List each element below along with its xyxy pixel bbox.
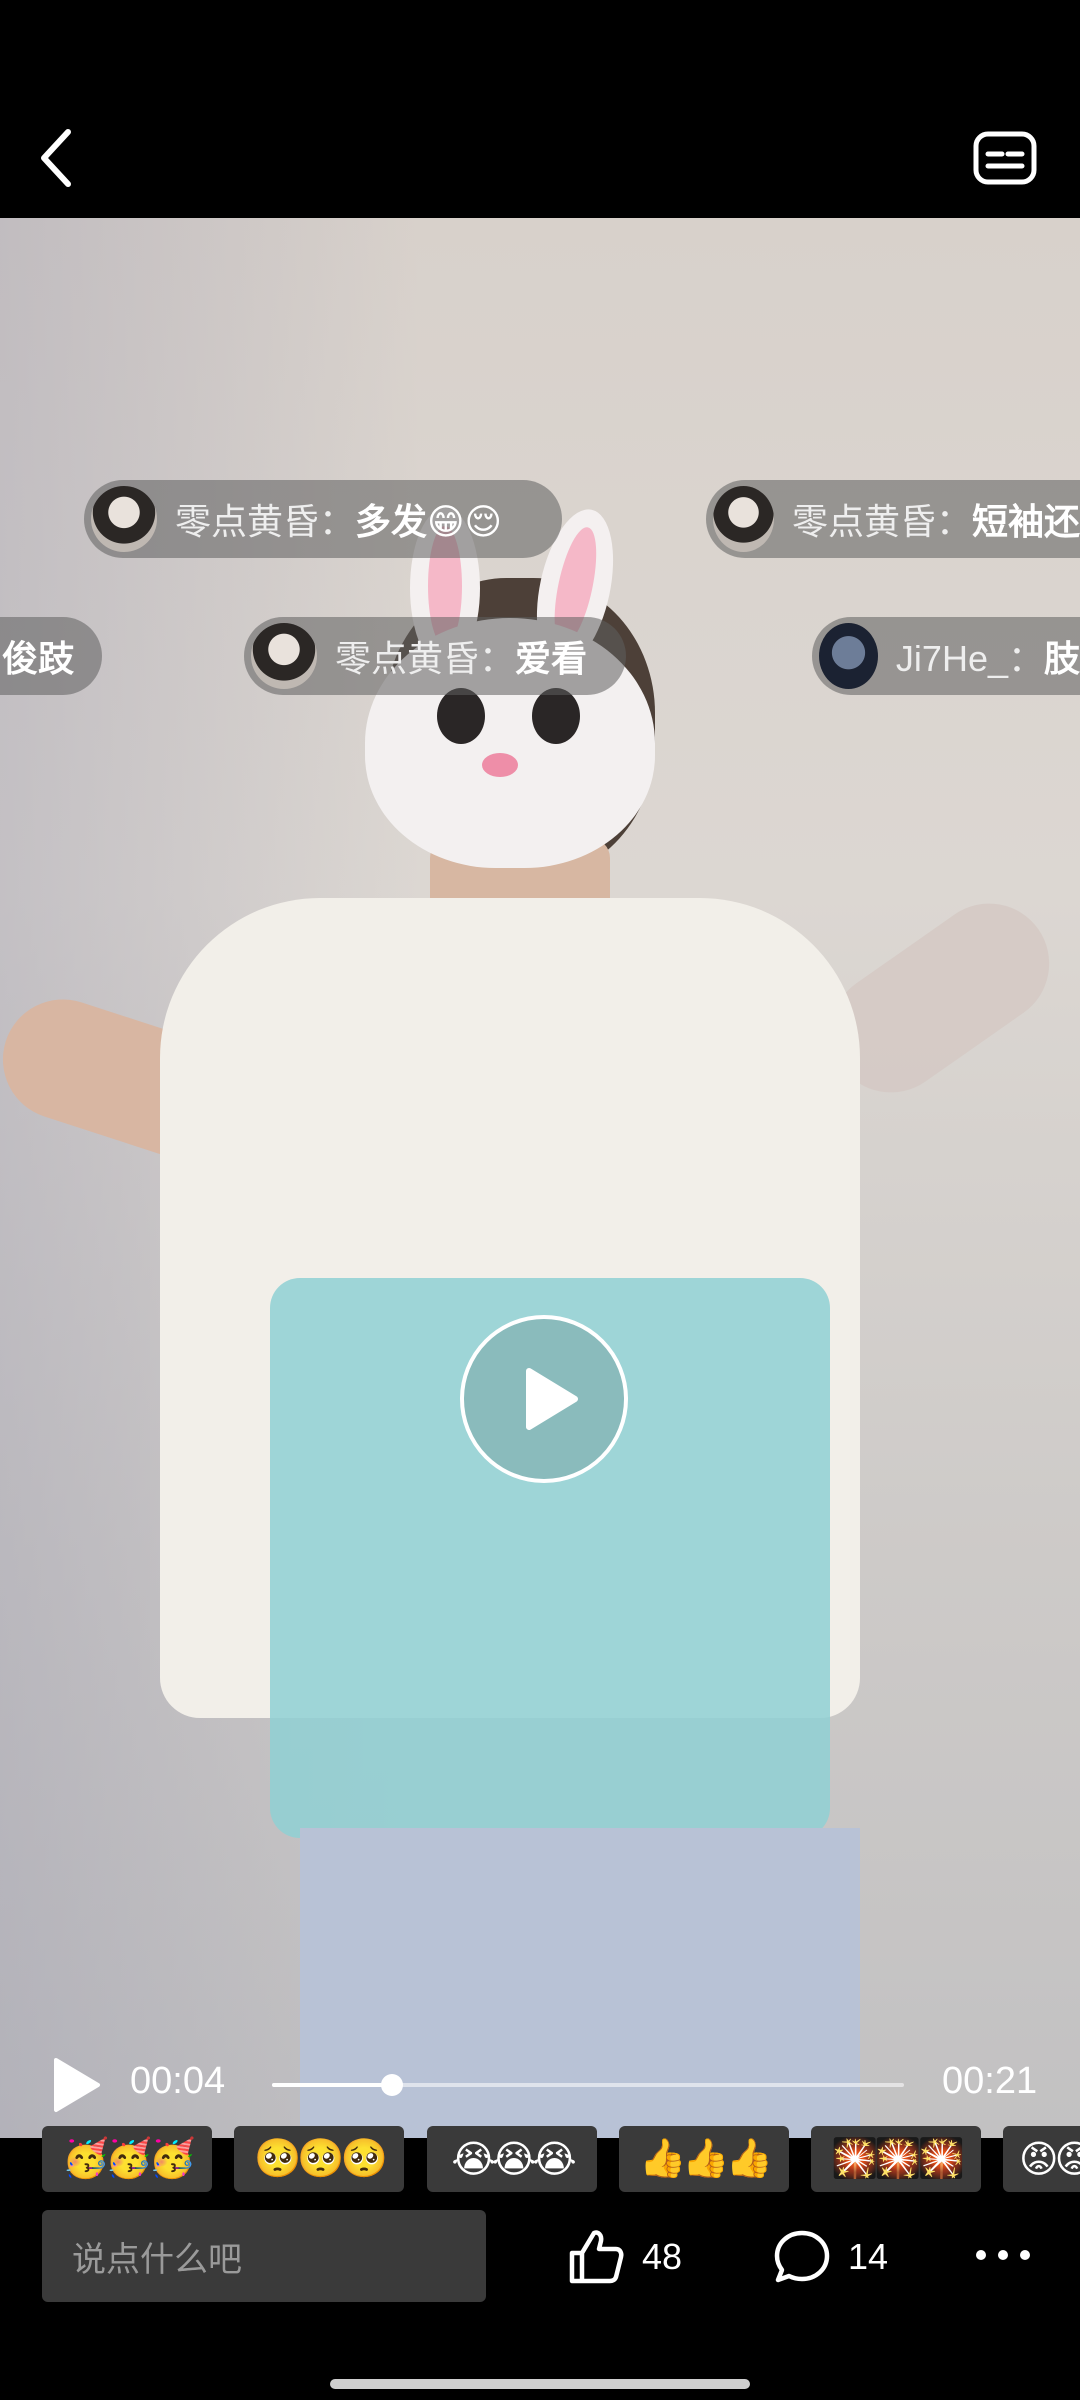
bunny-eye: [532, 688, 580, 744]
bunny-nose: [482, 753, 518, 777]
like-button[interactable]: 48: [566, 2222, 682, 2292]
reaction-chip[interactable]: 😭😭😭: [427, 2126, 597, 2192]
avatar: [251, 623, 317, 689]
top-bar: [0, 0, 1080, 218]
comment-button[interactable]: 14: [772, 2222, 888, 2292]
progress-thumb[interactable]: [381, 2074, 404, 2096]
play-icon: [54, 2058, 100, 2112]
danmaku-user: 零点黄昏：: [175, 501, 356, 542]
danmaku-bubble[interactable]: 零点黄昏： 多发😁😌: [84, 480, 562, 558]
danmaku-message: 爱看: [515, 638, 588, 679]
current-time: 00:04: [130, 2060, 226, 2102]
danmaku-message: 短袖还: [971, 501, 1080, 542]
like-count: 48: [642, 2236, 683, 2277]
progress-bar[interactable]: [272, 2074, 904, 2096]
bottom-bar: 说点什么吧 48 14: [0, 2196, 1080, 2400]
playback-controls: 00:04 00:21: [0, 2050, 1080, 2120]
more-dot-icon: [998, 2250, 1008, 2260]
comment-bubble-icon: [774, 2230, 830, 2283]
reaction-chip[interactable]: 🎇🎇🎇: [811, 2126, 981, 2192]
reaction-chip[interactable]: 🥳🥳🥳: [42, 2126, 212, 2192]
home-indicator[interactable]: [330, 2379, 750, 2389]
avatar: [713, 486, 774, 552]
danmaku-message: 多发😁😌: [355, 501, 503, 542]
danmaku-user: 零点黄昏：: [335, 638, 516, 679]
danmaku-user: 零点黄昏：: [791, 501, 972, 542]
subtitles-icon: [973, 131, 1037, 185]
bunny-eye: [437, 688, 485, 744]
back-button[interactable]: [28, 118, 88, 198]
more-dot-icon: [1020, 2250, 1030, 2260]
comment-input[interactable]: 说点什么吧: [42, 2210, 486, 2302]
danmaku-message: 俊跂: [2, 638, 75, 679]
reaction-chip[interactable]: 🥺🥺🥺: [234, 2126, 404, 2192]
play-icon: [526, 1368, 578, 1430]
danmaku-bubble[interactable]: 零点黄昏： 短袖还: [706, 480, 1080, 558]
chevron-left-icon: [41, 129, 71, 187]
avatar: [819, 623, 878, 689]
danmaku-message: 肢: [1043, 638, 1080, 679]
center-play-button[interactable]: [460, 1315, 628, 1483]
reaction-chip[interactable]: 👍👍👍: [619, 2126, 789, 2192]
danmaku-bubble[interactable]: 零点黄昏： 爱看: [244, 617, 626, 695]
danmaku-user: Ji7He_：: [895, 638, 1044, 679]
avatar: [91, 486, 157, 552]
comment-count: 14: [848, 2236, 889, 2277]
progress-fill: [272, 2083, 393, 2087]
danmaku-bubble[interactable]: Ji7He_： 肢: [812, 617, 1080, 695]
play-button[interactable]: [48, 2054, 104, 2116]
danmaku-bubble[interactable]: 俊跂: [0, 617, 102, 695]
total-time: 00:21: [942, 2060, 1038, 2102]
quick-reactions: 🥳🥳🥳 🥺🥺🥺 😭😭😭 👍👍👍 🎇🎇🎇 😡😡😡: [42, 2126, 1080, 2194]
subtitles-button[interactable]: [972, 130, 1038, 186]
more-dot-icon: [976, 2250, 986, 2260]
reaction-chip[interactable]: 😡😡😡: [1003, 2126, 1080, 2192]
more-options-button[interactable]: [976, 2240, 1030, 2270]
thumbs-up-icon: [569, 2230, 624, 2284]
